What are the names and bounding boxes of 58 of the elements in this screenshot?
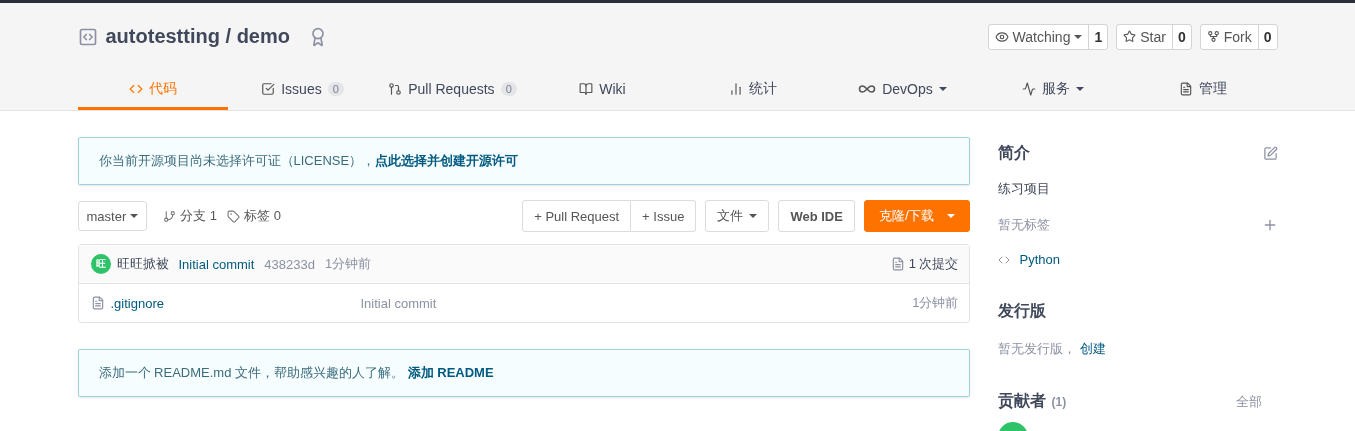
file-dropdown[interactable]: 文件 [705, 200, 770, 232]
count-badge: 0 [327, 81, 344, 96]
checklist-icon [261, 81, 276, 96]
caret-icon [749, 214, 758, 218]
create-release-link[interactable]: 创建 [1079, 340, 1106, 358]
tags-link[interactable]: 标签 0 [244, 207, 281, 225]
document-icon [1178, 81, 1193, 96]
caret-icon [946, 214, 955, 218]
repository-title: autotestting / demo [105, 25, 290, 48]
bar-chart-icon [728, 81, 743, 96]
web-ide-button[interactable]: Web IDE [778, 200, 855, 232]
no-tags-text: 暂无标签 [997, 216, 1050, 234]
license-notice: 你当前开源项目尚未选择许可证（LICENSE），点此选择并创建开源许可 [77, 137, 970, 185]
commit-time: 1分钟前 [325, 255, 373, 273]
caret-icon [130, 214, 139, 218]
book-icon [579, 81, 594, 96]
commit-message[interactable]: Initial commit [178, 256, 255, 272]
star-icon [1123, 30, 1137, 43]
section-title: 发行版 [997, 301, 1046, 321]
contributors-count: (1) [1051, 395, 1067, 409]
edit-icon[interactable] [1262, 146, 1278, 161]
eye-icon [994, 29, 1009, 44]
count-badge: 0 [500, 81, 517, 96]
section-title: 贡献者 [997, 392, 1046, 409]
section-title: 简介 [997, 143, 1030, 163]
fork-icon [1206, 30, 1220, 43]
no-releases-text: 暂无发行版， [997, 340, 1076, 358]
tab[interactable]: 管理 [1127, 70, 1278, 110]
tab[interactable]: Issues 0 [227, 70, 378, 110]
tab[interactable]: Wiki [527, 70, 678, 110]
file-time: 1分钟前 [912, 294, 959, 312]
readme-notice: 添加一个 README.md 文件，帮助感兴趣的人了解。 添加 README [77, 349, 970, 397]
language-link[interactable]: Python [1019, 252, 1060, 267]
watch-button[interactable]: Watching 1 [987, 23, 1109, 50]
branches-link[interactable]: 分支 1 [180, 207, 218, 225]
tag-icon [227, 209, 241, 223]
repository-icon [77, 26, 98, 47]
fork-button[interactable]: Fork 0 [1199, 23, 1278, 50]
file-icon [90, 296, 105, 310]
pulse-icon [1021, 81, 1036, 96]
star-button[interactable]: Star 0 [1116, 23, 1192, 50]
toolbar-button[interactable]: + Pull Request [522, 200, 632, 232]
tab[interactable]: DevOps [827, 70, 978, 110]
file-link[interactable]: .gitignore [110, 295, 164, 311]
commits-link[interactable]: 1 次提交 [908, 255, 959, 273]
branch-select[interactable]: master [77, 201, 148, 231]
toolbar-button[interactable]: + Issue [631, 200, 697, 232]
tab[interactable]: 服务 [977, 70, 1128, 110]
add-readme-link[interactable]: 添加 README [407, 365, 494, 380]
tab[interactable]: 统计 [677, 70, 828, 110]
file-commit-message: Initial commit [360, 295, 438, 311]
branch-icon [163, 209, 177, 223]
pull-request-icon [388, 81, 403, 96]
tab[interactable]: Pull Requests 0 [377, 70, 528, 110]
description-text: 练习项目 [997, 180, 1050, 198]
license-link[interactable]: 点此选择并创建开源许可 [375, 153, 519, 168]
document-icon [890, 257, 905, 271]
commit-author: 旺旺掀被 [116, 255, 169, 273]
